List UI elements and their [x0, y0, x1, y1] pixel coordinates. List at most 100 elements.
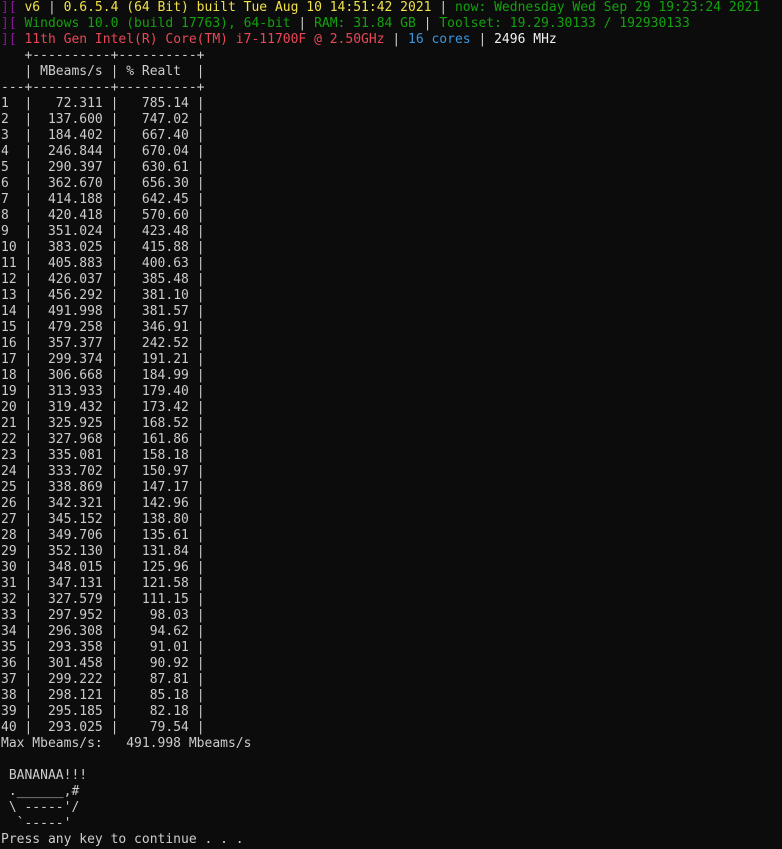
- cell-separator: |: [196, 688, 205, 703]
- cell-separator: |: [196, 480, 205, 495]
- cell-separator: |: [196, 528, 205, 543]
- cell-separator: |: [24, 112, 33, 127]
- cell-separator: |: [196, 496, 205, 511]
- separator: |: [298, 16, 307, 31]
- banana-art-line-1: .______,#: [1, 784, 80, 799]
- table-row: 22 | 327.968 | 161.86 |: [1, 432, 205, 448]
- realt-cell: 415.88: [141, 240, 189, 255]
- table-row: 10 | 383.025 | 415.88 |: [1, 240, 205, 256]
- realt-cell: 385.48: [141, 272, 189, 287]
- cell-separator: |: [110, 464, 119, 479]
- cell-separator: |: [110, 592, 119, 607]
- realt-cell: 135.61: [141, 528, 189, 543]
- table-row: 32 | 327.579 | 111.15 |: [1, 592, 205, 608]
- cell-separator: |: [110, 624, 119, 639]
- mbeams-cell: 338.869: [47, 480, 103, 495]
- row-index: 6: [1, 176, 9, 191]
- table-row: 30 | 348.015 | 125.96 |: [1, 560, 205, 576]
- separator: |: [392, 32, 401, 47]
- realt-cell: 785.14: [141, 96, 189, 111]
- row-index: 35: [1, 640, 17, 655]
- row-index: 15: [1, 320, 17, 335]
- bracket-glyph: ][: [1, 16, 17, 31]
- mbeams-cell: 362.670: [47, 176, 103, 191]
- mbeams-cell: 137.600: [47, 112, 103, 127]
- cell-separator: |: [110, 240, 119, 255]
- table-row: 33 | 297.952 | 98.03 |: [1, 608, 205, 624]
- row-index: 39: [1, 704, 17, 719]
- row-index: 12: [1, 272, 17, 287]
- cell-separator: |: [110, 576, 119, 591]
- row-index: 11: [1, 256, 17, 271]
- table-row: 39 | 295.185 | 82.18 |: [1, 704, 205, 720]
- cell-separator: |: [110, 672, 119, 687]
- realt-cell: 173.42: [141, 400, 189, 415]
- realt-cell: 82.18: [149, 704, 189, 719]
- realt-cell: 747.02: [141, 112, 189, 127]
- row-index: 23: [1, 448, 17, 463]
- cell-separator: |: [24, 416, 33, 431]
- cell-separator: |: [24, 576, 33, 591]
- mbeams-cell: 301.458: [47, 656, 103, 671]
- mbeams-cell: 295.185: [47, 704, 103, 719]
- realt-cell: 423.48: [141, 224, 189, 239]
- cell-separator: |: [110, 352, 119, 367]
- mbeams-cell: 246.844: [47, 144, 103, 159]
- cell-separator: |: [110, 528, 119, 543]
- table-row: 19 | 313.933 | 179.40 |: [1, 384, 205, 400]
- press-any-key-prompt: Press any key to continue . . .: [1, 832, 244, 847]
- cell-separator: |: [110, 480, 119, 495]
- cell-separator: |: [24, 512, 33, 527]
- mbeams-cell: 293.358: [47, 640, 103, 655]
- cell-separator: |: [110, 432, 119, 447]
- cell-separator: |: [24, 608, 33, 623]
- row-index: 37: [1, 672, 17, 687]
- cell-separator: |: [196, 112, 205, 127]
- cell-separator: |: [24, 384, 33, 399]
- cell-separator: |: [24, 720, 33, 735]
- realt-cell: 630.61: [141, 160, 189, 175]
- table-row: 4 | 246.844 | 670.04 |: [1, 144, 205, 160]
- cell-separator: |: [196, 640, 205, 655]
- cell-separator: |: [24, 544, 33, 559]
- realt-cell: 168.52: [141, 416, 189, 431]
- cell-separator: |: [196, 288, 205, 303]
- bracket-glyph: ][: [1, 32, 17, 47]
- cell-separator: |: [196, 224, 205, 239]
- table-row: 21 | 325.925 | 168.52 |: [1, 416, 205, 432]
- table-row: 5 | 290.397 | 630.61 |: [1, 160, 205, 176]
- realt-cell: 158.18: [141, 448, 189, 463]
- cell-separator: |: [24, 352, 33, 367]
- realt-cell: 125.96: [141, 560, 189, 575]
- cell-separator: |: [24, 224, 33, 239]
- table-row: 34 | 296.308 | 94.62 |: [1, 624, 205, 640]
- row-index: 32: [1, 592, 17, 607]
- table-row: 17 | 299.374 | 191.21 |: [1, 352, 205, 368]
- cell-separator: |: [196, 512, 205, 527]
- realt-cell: 242.52: [141, 336, 189, 351]
- mbeams-cell: 335.081: [47, 448, 103, 463]
- mbeams-cell: 296.308: [47, 624, 103, 639]
- cell-separator: |: [24, 656, 33, 671]
- cell-separator: |: [110, 160, 119, 175]
- cell-separator: |: [196, 432, 205, 447]
- cell-separator: |: [24, 128, 33, 143]
- mbeams-cell: 306.668: [47, 368, 103, 383]
- row-index: 18: [1, 368, 17, 383]
- cell-separator: |: [196, 560, 205, 575]
- cell-separator: |: [24, 176, 33, 191]
- cell-separator: |: [24, 688, 33, 703]
- ram-info: RAM: 31.84 GB: [314, 16, 416, 31]
- realt-cell: 161.86: [141, 432, 189, 447]
- table-row: 27 | 345.152 | 138.80 |: [1, 512, 205, 528]
- realt-cell: 85.18: [149, 688, 189, 703]
- cell-separator: |: [24, 528, 33, 543]
- version-label: v6: [24, 0, 41, 15]
- mbeams-cell: 184.402: [47, 128, 103, 143]
- header-line-system: ][ Windows 10.0 (build 17763), 64-bit | …: [1, 16, 690, 32]
- realt-cell: 642.45: [141, 192, 189, 207]
- cell-separator: |: [196, 416, 205, 431]
- realt-cell: 90.92: [149, 656, 189, 671]
- cell-separator: |: [110, 128, 119, 143]
- cell-separator: |: [24, 624, 33, 639]
